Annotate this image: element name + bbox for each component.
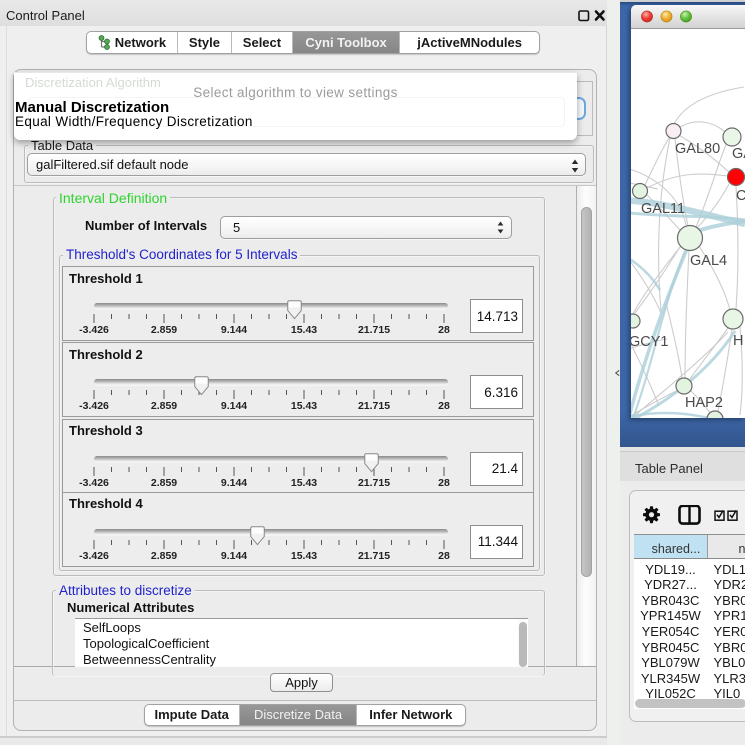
svg-text:GAL80: GAL80 [675,141,720,157]
svg-text:H: H [733,333,743,349]
svg-text:HAP2: HAP2 [685,395,723,411]
svg-text:GAL4: GAL4 [690,253,727,269]
svg-text:GAL11: GAL11 [641,201,685,217]
svg-text:GCY1: GCY1 [631,334,669,350]
svg-text:GA: GA [732,146,745,162]
svg-text:C: C [736,188,745,204]
